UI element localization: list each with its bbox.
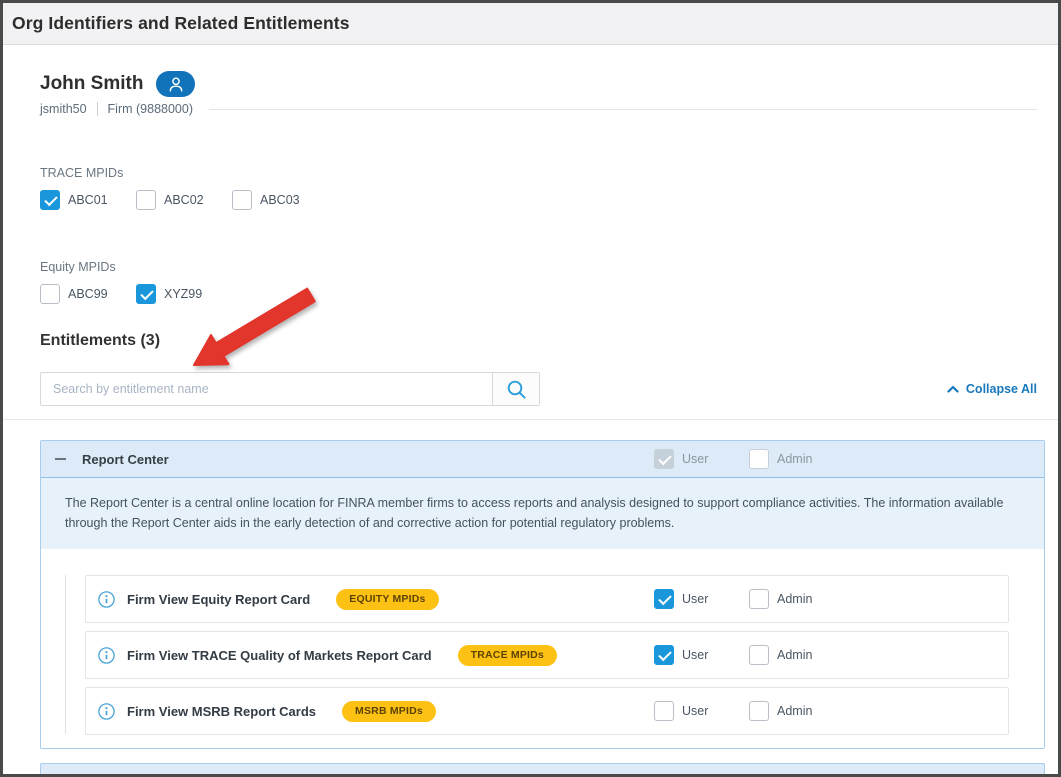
page-title: Org Identifiers and Related Entitlements xyxy=(12,13,350,34)
row-admin-checkbox[interactable] xyxy=(749,701,769,721)
report-center-header[interactable]: Report Center User Admin xyxy=(41,441,1044,478)
panel-description: The Report Center is a central online lo… xyxy=(41,478,1044,549)
search-button[interactable] xyxy=(492,373,539,405)
mpid-option-abc01[interactable]: ABC01 xyxy=(40,190,110,210)
entitlement-name: Firm View Equity Report Card xyxy=(127,592,310,607)
row-user-label: User xyxy=(682,704,708,718)
checkbox-label: ABC01 xyxy=(68,193,108,207)
row-admin-checkbox-group[interactable]: Admin xyxy=(749,632,819,678)
entitlements-heading: Entitlements (3) xyxy=(40,332,1045,350)
subtitle-divider xyxy=(97,102,98,116)
equity-mpids-label: Equity MPIDs xyxy=(40,260,1045,274)
panel-admin-checkbox-group: Admin xyxy=(749,441,819,477)
entitlement-rows: Firm View Equity Report Card EQUITY MPID… xyxy=(41,549,1044,748)
trace-mpids-label: TRACE MPIDs xyxy=(40,166,1045,180)
panel-admin-checkbox xyxy=(749,449,769,469)
entitlement-name: Firm View TRACE Quality of Markets Repor… xyxy=(127,648,432,663)
row-user-checkbox[interactable] xyxy=(654,645,674,665)
checkbox-abc99[interactable] xyxy=(40,284,60,304)
row-admin-checkbox[interactable] xyxy=(749,645,769,665)
mpid-option-abc02[interactable]: ABC02 xyxy=(136,190,206,210)
user-type-badge xyxy=(156,71,195,97)
mpid-badge: TRACE MPIDs xyxy=(458,645,557,666)
equity-mpids-section: Equity MPIDs ABC99 XYZ99 xyxy=(40,260,1045,304)
checkbox-label: ABC03 xyxy=(260,193,300,207)
next-panel-header-cutoff[interactable] xyxy=(40,763,1045,775)
checkbox-abc02[interactable] xyxy=(136,190,156,210)
entitlement-name: Firm View MSRB Report Cards xyxy=(127,704,316,719)
user-badge-icon xyxy=(165,74,187,94)
mpid-badge: EQUITY MPIDs xyxy=(336,589,438,610)
user-name: John Smith xyxy=(40,73,143,95)
row-admin-checkbox[interactable] xyxy=(749,589,769,609)
row-user-checkbox-group[interactable]: User xyxy=(654,632,724,678)
panel-collapse-icon[interactable] xyxy=(55,458,66,460)
mpid-option-abc03[interactable]: ABC03 xyxy=(232,190,302,210)
collapse-all-link[interactable]: Collapse All xyxy=(947,382,1037,396)
entitlement-row-equity: Firm View Equity Report Card EQUITY MPID… xyxy=(85,575,1009,623)
panel-admin-label: Admin xyxy=(777,452,812,466)
header-rule xyxy=(209,109,1037,110)
row-user-checkbox-group[interactable]: User xyxy=(654,576,724,622)
collapse-all-icon xyxy=(947,385,959,393)
row-admin-label: Admin xyxy=(777,648,812,662)
mpid-badge: MSRB MPIDs xyxy=(342,701,436,722)
panel-user-checkbox-group: User xyxy=(654,441,724,477)
row-user-checkbox[interactable] xyxy=(654,701,674,721)
main-content: John Smith jsmith50 Firm (9888000) TRACE… xyxy=(3,71,1058,749)
user-header: John Smith jsmith50 Firm (9888000) xyxy=(40,71,1045,116)
row-admin-label: Admin xyxy=(777,592,812,606)
panel-user-label: User xyxy=(682,452,708,466)
row-user-checkbox[interactable] xyxy=(654,589,674,609)
checkbox-label: ABC99 xyxy=(68,287,108,301)
checkbox-abc03[interactable] xyxy=(232,190,252,210)
mpid-option-xyz99[interactable]: XYZ99 xyxy=(136,284,206,304)
info-icon[interactable] xyxy=(98,647,115,664)
user-login: jsmith50 xyxy=(40,102,87,116)
report-center-panel: Report Center User Admin The Report Cent… xyxy=(40,440,1045,749)
row-admin-checkbox-group[interactable]: Admin xyxy=(749,576,819,622)
trace-mpids-section: TRACE MPIDs ABC01 ABC02 ABC03 xyxy=(40,166,1045,210)
info-icon[interactable] xyxy=(98,703,115,720)
row-user-checkbox-group[interactable]: User xyxy=(654,688,724,734)
entitlement-row-msrb: Firm View MSRB Report Cards MSRB MPIDs U… xyxy=(85,687,1009,735)
mpid-option-abc99[interactable]: ABC99 xyxy=(40,284,110,304)
info-icon[interactable] xyxy=(98,591,115,608)
checkbox-abc01[interactable] xyxy=(40,190,60,210)
checkbox-label: ABC02 xyxy=(164,193,204,207)
user-org: Firm (9888000) xyxy=(108,102,193,116)
search-icon xyxy=(506,379,527,400)
app-window: Org Identifiers and Related Entitlements… xyxy=(0,0,1061,777)
entitlement-search xyxy=(40,372,540,406)
title-bar: Org Identifiers and Related Entitlements xyxy=(3,3,1058,45)
row-user-label: User xyxy=(682,592,708,606)
section-divider xyxy=(3,419,1058,420)
row-user-label: User xyxy=(682,648,708,662)
panel-title: Report Center xyxy=(82,452,169,467)
entitlement-row-trace: Firm View TRACE Quality of Markets Repor… xyxy=(85,631,1009,679)
collapse-all-label: Collapse All xyxy=(966,382,1037,396)
search-row: Collapse All xyxy=(40,372,1045,406)
checkbox-label: XYZ99 xyxy=(164,287,202,301)
panel-user-checkbox xyxy=(654,449,674,469)
checkbox-xyz99[interactable] xyxy=(136,284,156,304)
row-admin-label: Admin xyxy=(777,704,812,718)
search-input[interactable] xyxy=(41,373,492,405)
row-admin-checkbox-group[interactable]: Admin xyxy=(749,688,819,734)
